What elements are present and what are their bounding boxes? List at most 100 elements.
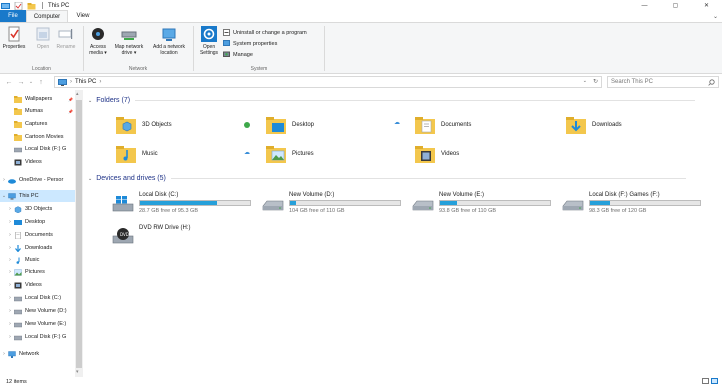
new-folder-quick-icon[interactable] xyxy=(27,2,36,10)
system-properties-button[interactable]: System properties xyxy=(223,40,277,47)
folder-tile-pictures[interactable]: Pictures xyxy=(265,143,314,165)
nav-scroll-thumb[interactable] xyxy=(76,100,82,368)
folder-tile-documents[interactable]: Documents xyxy=(414,114,471,136)
scroll-down-arrow-icon[interactable]: ▾ xyxy=(76,369,79,375)
folder-tile-3d-objects[interactable]: 3D Objects xyxy=(115,114,172,136)
nav-item-label: Captures xyxy=(25,121,48,127)
map-network-drive-icon xyxy=(121,31,137,40)
forward-arrow-icon[interactable]: → xyxy=(15,79,27,86)
open-button[interactable]: Open xyxy=(33,26,53,50)
properties-button[interactable]: Properties xyxy=(3,26,25,50)
tab-file[interactable]: File xyxy=(0,10,26,22)
expand-chevron-icon[interactable]: › xyxy=(6,321,14,327)
expand-chevron-icon[interactable]: › xyxy=(6,269,14,275)
manage-label: Manage xyxy=(233,51,253,58)
videos-icon xyxy=(415,146,435,163)
nav-item[interactable]: › Local Disk (F:) G xyxy=(0,331,76,343)
search-input[interactable]: Search This PC xyxy=(607,76,719,88)
refresh-icon[interactable]: ↻ xyxy=(593,78,598,85)
folders-section-header[interactable]: ⌄ Folders (7) xyxy=(88,97,696,104)
expand-chevron-icon[interactable]: › xyxy=(6,245,14,251)
expand-chevron-icon[interactable]: › xyxy=(6,282,14,288)
file-explorer-icon[interactable] xyxy=(1,2,10,10)
drive-tile[interactable]: New Volume (D:) 104 GB free of 110 GB xyxy=(262,191,412,219)
folder-tile-music[interactable]: Music xyxy=(115,143,158,165)
address-box[interactable]: › This PC › ⌄ ↻ xyxy=(54,76,602,88)
expand-chevron-icon[interactable]: › xyxy=(0,351,8,357)
this-pc-icon xyxy=(58,78,67,86)
uninstall-program-button[interactable]: Uninstall or change a program xyxy=(223,29,307,36)
ribbon-collapse-chevron-icon[interactable]: ⌄ xyxy=(713,13,718,20)
nav-item[interactable]: › Documents xyxy=(0,229,76,241)
drive-name: Local Disk (C:) xyxy=(139,192,179,198)
expand-chevron-icon[interactable]: › xyxy=(6,334,14,340)
breadcrumb-sep-icon[interactable]: › xyxy=(70,79,72,85)
drive-name: DVD RW Drive (H:) xyxy=(139,225,191,231)
expand-chevron-icon[interactable]: ⌄ xyxy=(0,193,8,199)
nav-item-label: Local Disk (F:) G xyxy=(25,334,67,340)
expand-chevron-icon[interactable]: › xyxy=(0,177,8,183)
expand-chevron-icon[interactable]: › xyxy=(6,206,14,212)
nav-item[interactable]: › OneDrive - Persor xyxy=(0,174,76,186)
tab-computer[interactable]: Computer xyxy=(26,10,68,22)
nav-item-label: New Volume (E:) xyxy=(25,321,67,327)
drive-tile[interactable]: New Volume (E:) 93.8 GB free of 110 GB xyxy=(412,191,562,219)
drive-tile[interactable]: Local Disk (F:) Games (F:) 98.3 GB free o… xyxy=(562,191,712,219)
folder-tile-desktop[interactable]: Desktop xyxy=(265,114,314,136)
tab-view[interactable]: View xyxy=(68,10,98,22)
drive-tile[interactable]: Local Disk (C:) 28.7 GB free of 95.3 GB xyxy=(112,191,262,219)
minimize-button[interactable]: — xyxy=(629,0,660,11)
expand-chevron-icon[interactable]: › xyxy=(6,232,14,238)
rename-button[interactable]: Rename xyxy=(55,26,77,50)
nav-item[interactable]: Wallpapers 📌 xyxy=(0,93,76,105)
breadcrumb-sep-icon[interactable]: › xyxy=(99,79,101,85)
access-media-button[interactable]: Access media ▾ xyxy=(86,26,110,56)
expand-chevron-icon[interactable]: › xyxy=(6,295,14,301)
nav-item[interactable]: › Local Disk (C:) xyxy=(0,292,76,304)
nav-item[interactable]: Local Disk (F:) G xyxy=(0,143,76,155)
nav-item[interactable]: Mumas 📌 xyxy=(0,105,76,117)
open-settings-button[interactable]: Open Settings xyxy=(196,26,222,56)
nav-item[interactable]: Captures xyxy=(0,118,76,130)
properties-quick-icon[interactable] xyxy=(14,1,23,10)
map-network-drive-button[interactable]: Map network drive ▾ xyxy=(111,26,147,56)
scroll-up-arrow-icon[interactable]: ▴ xyxy=(76,91,79,97)
breadcrumb-this-pc[interactable]: This PC xyxy=(75,79,96,85)
drives-section-header[interactable]: ⌄ Devices and drives (5) xyxy=(88,175,686,182)
up-arrow-icon[interactable]: ↑ xyxy=(35,79,47,86)
nav-item[interactable]: › Music xyxy=(0,254,76,266)
maximize-button[interactable]: ▢ xyxy=(660,0,691,11)
nav-item[interactable]: Videos xyxy=(0,156,76,168)
nav-item[interactable]: › Desktop xyxy=(0,216,76,228)
nav-item[interactable]: › New Volume (D:) xyxy=(0,305,76,317)
nav-item[interactable]: › 3D Objects xyxy=(0,203,76,215)
desktop-icon xyxy=(266,117,286,134)
details-view-icon[interactable] xyxy=(702,378,709,384)
nav-item[interactable]: › Pictures xyxy=(0,266,76,278)
recent-chevron-icon[interactable]: ⌄ xyxy=(27,79,35,85)
manage-button[interactable]: Manage xyxy=(223,51,253,58)
folder-tile-downloads[interactable]: Downloads xyxy=(565,114,622,136)
documents-icon xyxy=(15,231,21,239)
nav-item[interactable]: › Videos xyxy=(0,279,76,291)
collapse-chevron-icon[interactable]: ⌄ xyxy=(88,176,92,182)
nav-item[interactable]: › New Volume (E:) xyxy=(0,318,76,330)
nav-item[interactable]: Cartoon Movies xyxy=(0,131,76,143)
close-button[interactable]: ✕ xyxy=(691,0,722,11)
tiles-view-icon[interactable] xyxy=(711,378,718,384)
nav-item[interactable]: › Downloads xyxy=(0,242,76,254)
pictures-icon xyxy=(14,268,22,276)
drive-tile[interactable]: DVD DVD RW Drive (H:) xyxy=(112,224,262,252)
expand-chevron-icon[interactable]: › xyxy=(6,219,14,225)
add-network-location-button[interactable]: Add a network location xyxy=(148,26,190,56)
drive-free-space: 104 GB free of 110 GB xyxy=(289,208,345,214)
collapse-chevron-icon[interactable]: ⌄ xyxy=(88,98,92,104)
address-dropdown-icon[interactable]: ⌄ xyxy=(583,78,587,84)
folder-yellow-icon xyxy=(14,133,22,141)
back-arrow-icon[interactable]: ← xyxy=(3,79,15,86)
folder-tile-videos[interactable]: Videos xyxy=(414,143,459,165)
nav-item[interactable]: › Network xyxy=(0,348,76,360)
expand-chevron-icon[interactable]: › xyxy=(6,257,14,263)
nav-item[interactable]: ⌄ This PC xyxy=(0,190,76,202)
expand-chevron-icon[interactable]: › xyxy=(6,308,14,314)
